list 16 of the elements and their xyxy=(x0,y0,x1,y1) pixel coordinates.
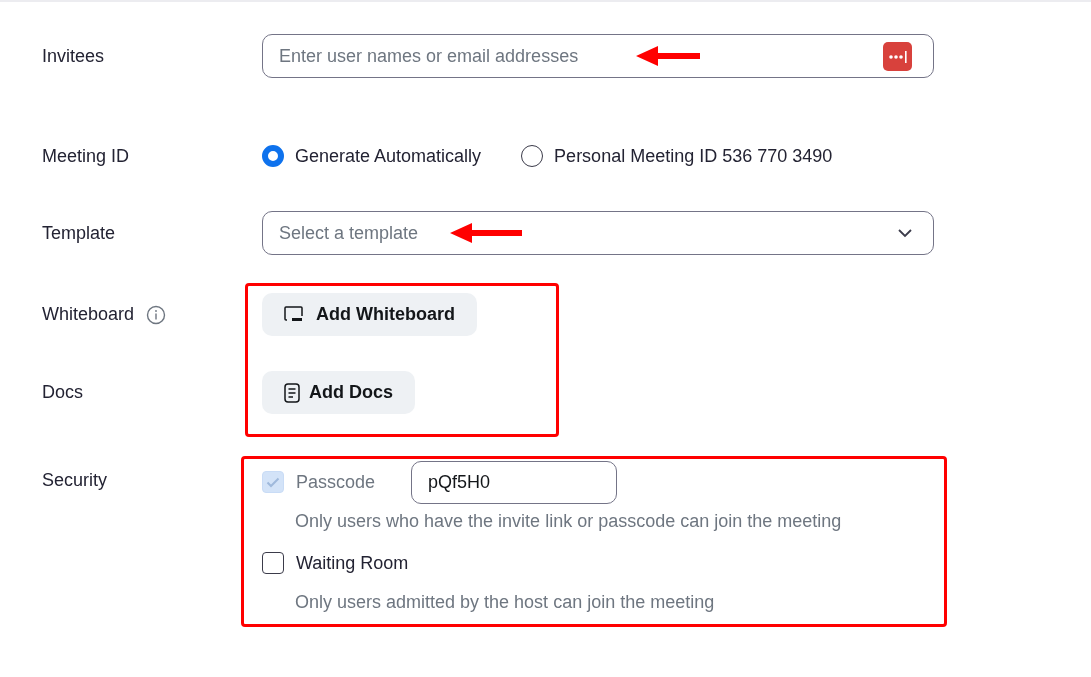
field-label: Template xyxy=(41,222,116,244)
checkbox-label: Waiting Room xyxy=(296,552,409,574)
template-select[interactable]: Select a template xyxy=(262,211,934,255)
hint-text: Only users who have the invite link or passcode can join the meeting xyxy=(294,511,843,532)
add-docs-button[interactable]: Add Docs xyxy=(262,371,415,414)
hint-text: Only users admitted by the host can join the meeting xyxy=(294,592,716,613)
radio-option[interactable]: Generate Automatically xyxy=(262,145,482,167)
field-label: Docs xyxy=(41,382,83,403)
field-label: Meeting ID xyxy=(41,145,130,167)
checkbox-label: Passcode xyxy=(296,471,376,493)
field-label: Whiteboard xyxy=(42,304,135,325)
add-whiteboard-button[interactable]: Add Whiteboard xyxy=(262,293,477,336)
radio-option[interactable]: Personal Meeting ID 536 770 3490 xyxy=(521,145,833,167)
field-label: Security xyxy=(41,470,108,491)
invitees-field[interactable]: Enter user names or email addresses xyxy=(262,34,934,78)
field-label: Invitees xyxy=(41,45,105,67)
